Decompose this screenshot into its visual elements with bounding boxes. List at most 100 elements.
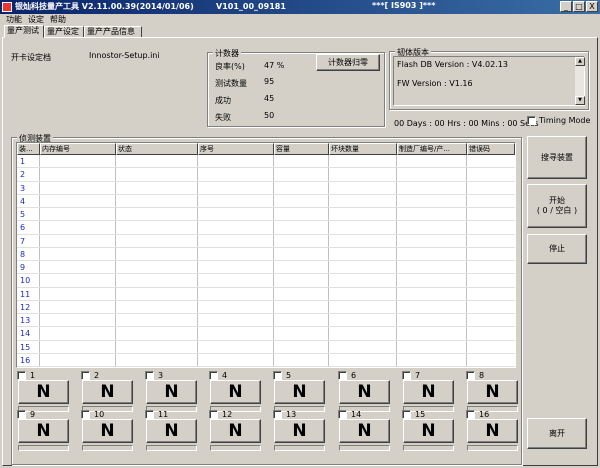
tested-value: 95 (264, 77, 275, 86)
menu-function[interactable]: 功能 (6, 14, 22, 25)
slot-checkbox[interactable] (17, 410, 26, 419)
table-row[interactable]: 1 (17, 155, 515, 169)
slot-number: 15 (415, 410, 426, 419)
slot-checkbox[interactable] (145, 410, 154, 419)
slot-number: 5 (286, 371, 292, 380)
stop-button[interactable]: 停止 (527, 234, 587, 264)
slot-checkbox[interactable] (402, 410, 411, 419)
table-row[interactable]: 10 (17, 274, 515, 288)
firmware-scrollbar[interactable]: ▲ ▼ (574, 57, 585, 105)
row-number: 7 (20, 236, 26, 246)
table-row[interactable]: 9 (17, 261, 515, 275)
minimize-button[interactable]: _ (560, 1, 572, 12)
counter-title: 计数器 (213, 48, 241, 59)
slot-checkbox[interactable] (273, 410, 282, 419)
table-row[interactable]: 14 (17, 327, 515, 341)
table-row[interactable]: 13 (17, 314, 515, 328)
slot-number: 16 (479, 410, 490, 419)
slot-number: 3 (158, 371, 164, 380)
slot-status: N (403, 419, 454, 443)
ic-model: ***[ IS903 ]*** (372, 1, 436, 10)
device-slot: 12 N (209, 410, 262, 455)
slot-number: 12 (222, 410, 233, 419)
table-row[interactable]: 15 (17, 341, 515, 354)
table-row[interactable]: 7 (17, 235, 515, 248)
reset-counter-button[interactable]: 计数器归零 (316, 54, 380, 71)
slot-checkbox[interactable] (273, 371, 282, 380)
menu-help[interactable]: 帮助 (50, 14, 66, 25)
slot-checkbox[interactable] (17, 371, 26, 380)
slot-status: N (274, 380, 325, 404)
slot-status: N (467, 380, 518, 404)
slot-checkbox[interactable] (338, 371, 347, 380)
device-table[interactable]: 装... 内存编号 状态 序号 容量 坏块数量 制造厂编号/产... 错误码 1… (16, 142, 516, 368)
row-number: 3 (20, 183, 26, 193)
slot-status: N (146, 419, 197, 443)
slot-status: N (210, 380, 261, 404)
col-capacity[interactable]: 容量 (274, 143, 329, 155)
timing-mode-checkbox[interactable] (527, 116, 536, 125)
exit-button[interactable]: 离开 (527, 418, 587, 449)
start-button[interactable]: 开始 ( 0 / 空白 ) (527, 184, 587, 228)
slot-checkbox[interactable] (81, 371, 90, 380)
col-manufacturer[interactable]: 制造厂编号/产... (397, 143, 467, 155)
table-row[interactable]: 11 (17, 288, 515, 301)
maximize-button[interactable]: □ (573, 1, 585, 12)
device-slot: 10 N (81, 410, 134, 455)
scan-devices-button[interactable]: 搜寻装置 (527, 136, 587, 179)
scroll-up-icon[interactable]: ▲ (575, 57, 585, 66)
slot-progress (82, 445, 133, 451)
row-number: 4 (20, 196, 26, 206)
row-number: 9 (20, 263, 26, 272)
row-number: 13 (20, 316, 31, 325)
row-number: 2 (20, 170, 26, 180)
table-row[interactable]: 8 (17, 248, 515, 261)
row-number: 11 (20, 289, 31, 299)
table-row[interactable]: 12 (17, 301, 515, 314)
firmware-textbox[interactable]: Flash DB Version : V4.02.13 FW Version :… (393, 56, 585, 106)
app-icon[interactable] (2, 2, 12, 12)
build-number: V101_00_09181 (216, 2, 286, 11)
slot-status: N (18, 419, 69, 443)
table-row[interactable]: 4 (17, 195, 515, 208)
slot-checkbox[interactable] (466, 371, 475, 380)
device-slot: 13 N (273, 410, 326, 455)
slot-number: 2 (94, 371, 100, 380)
slot-checkbox[interactable] (209, 371, 218, 380)
slot-checkbox[interactable] (81, 410, 90, 419)
start-count: ( 0 / 空白 ) (536, 206, 578, 215)
device-slot: 9 N (17, 410, 70, 455)
table-row[interactable]: 2 (17, 168, 515, 182)
table-row[interactable]: 6 (17, 221, 515, 235)
slot-progress (274, 445, 325, 451)
table-row[interactable]: 16 (17, 354, 515, 367)
slot-number: 1 (30, 371, 36, 380)
col-status[interactable]: 状态 (116, 143, 198, 155)
success-label: 成功 (215, 96, 231, 105)
slot-checkbox[interactable] (209, 410, 218, 419)
menu-bar: 功能 设定 帮助 (0, 14, 600, 25)
col-serial[interactable]: 序号 (198, 143, 274, 155)
timing-mode-label: Timing Mode (539, 116, 591, 125)
slot-checkbox[interactable] (338, 410, 347, 419)
table-header: 装... 内存编号 状态 序号 容量 坏块数量 制造厂编号/产... 错误码 (17, 143, 515, 155)
slot-checkbox[interactable] (402, 371, 411, 380)
col-error-code[interactable]: 错误码 (467, 143, 515, 155)
col-device[interactable]: 装... (17, 143, 40, 155)
table-row[interactable]: 5 (17, 208, 515, 222)
table-row[interactable]: 3 (17, 182, 515, 195)
scroll-down-icon[interactable]: ▼ (575, 96, 585, 105)
col-memory-id[interactable]: 内存编号 (40, 143, 116, 155)
slot-progress (339, 445, 390, 451)
slot-checkbox[interactable] (145, 371, 154, 380)
tab-mass-production-test[interactable]: 量产测试 (4, 25, 44, 38)
open-card-label: 开卡设定档 (11, 53, 51, 62)
menu-settings[interactable]: 设定 (28, 14, 44, 25)
slot-checkbox[interactable] (466, 410, 475, 419)
slot-number: 7 (415, 371, 421, 380)
slot-number: 10 (94, 410, 105, 419)
slot-progress (403, 445, 454, 451)
slot-progress (18, 445, 69, 451)
col-bad-blocks[interactable]: 坏块数量 (329, 143, 397, 155)
close-button[interactable]: X (586, 1, 598, 12)
